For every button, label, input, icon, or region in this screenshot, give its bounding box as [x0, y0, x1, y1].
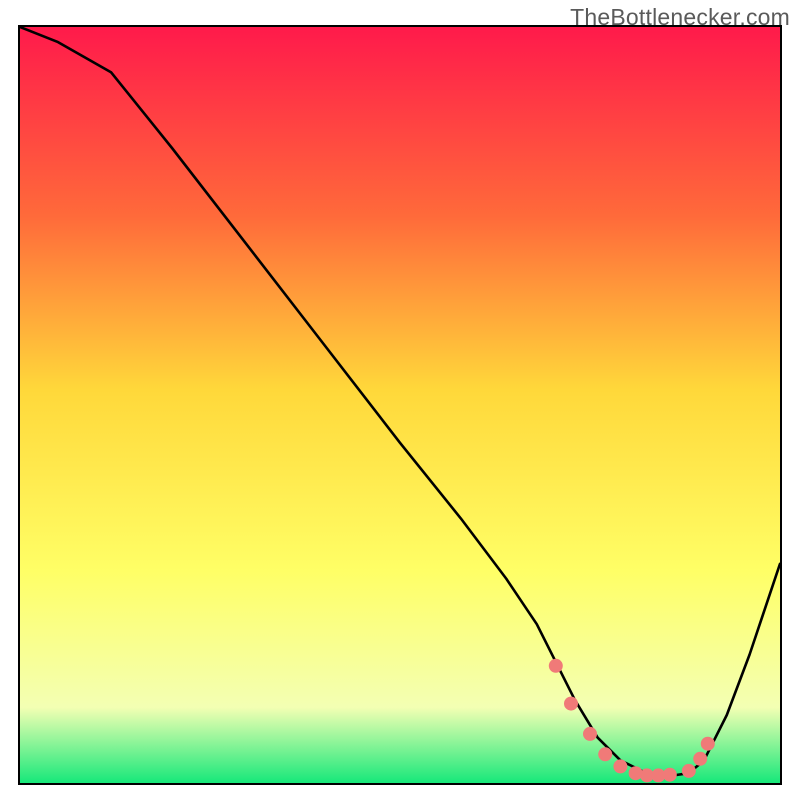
optimal-dot: [663, 768, 677, 782]
optimal-dot: [693, 752, 707, 766]
plot-area: [18, 25, 782, 785]
optimal-dot: [583, 727, 597, 741]
plot-svg: [20, 27, 780, 783]
optimal-dot: [564, 697, 578, 711]
optimal-dot: [613, 759, 627, 773]
chart-container: TheBottlenecker.com: [0, 0, 800, 800]
optimal-dot: [598, 747, 612, 761]
optimal-dot: [701, 737, 715, 751]
optimal-dot: [549, 659, 563, 673]
watermark-text: TheBottlenecker.com: [570, 4, 790, 31]
optimal-dot: [682, 764, 696, 778]
gradient-background: [20, 27, 780, 783]
